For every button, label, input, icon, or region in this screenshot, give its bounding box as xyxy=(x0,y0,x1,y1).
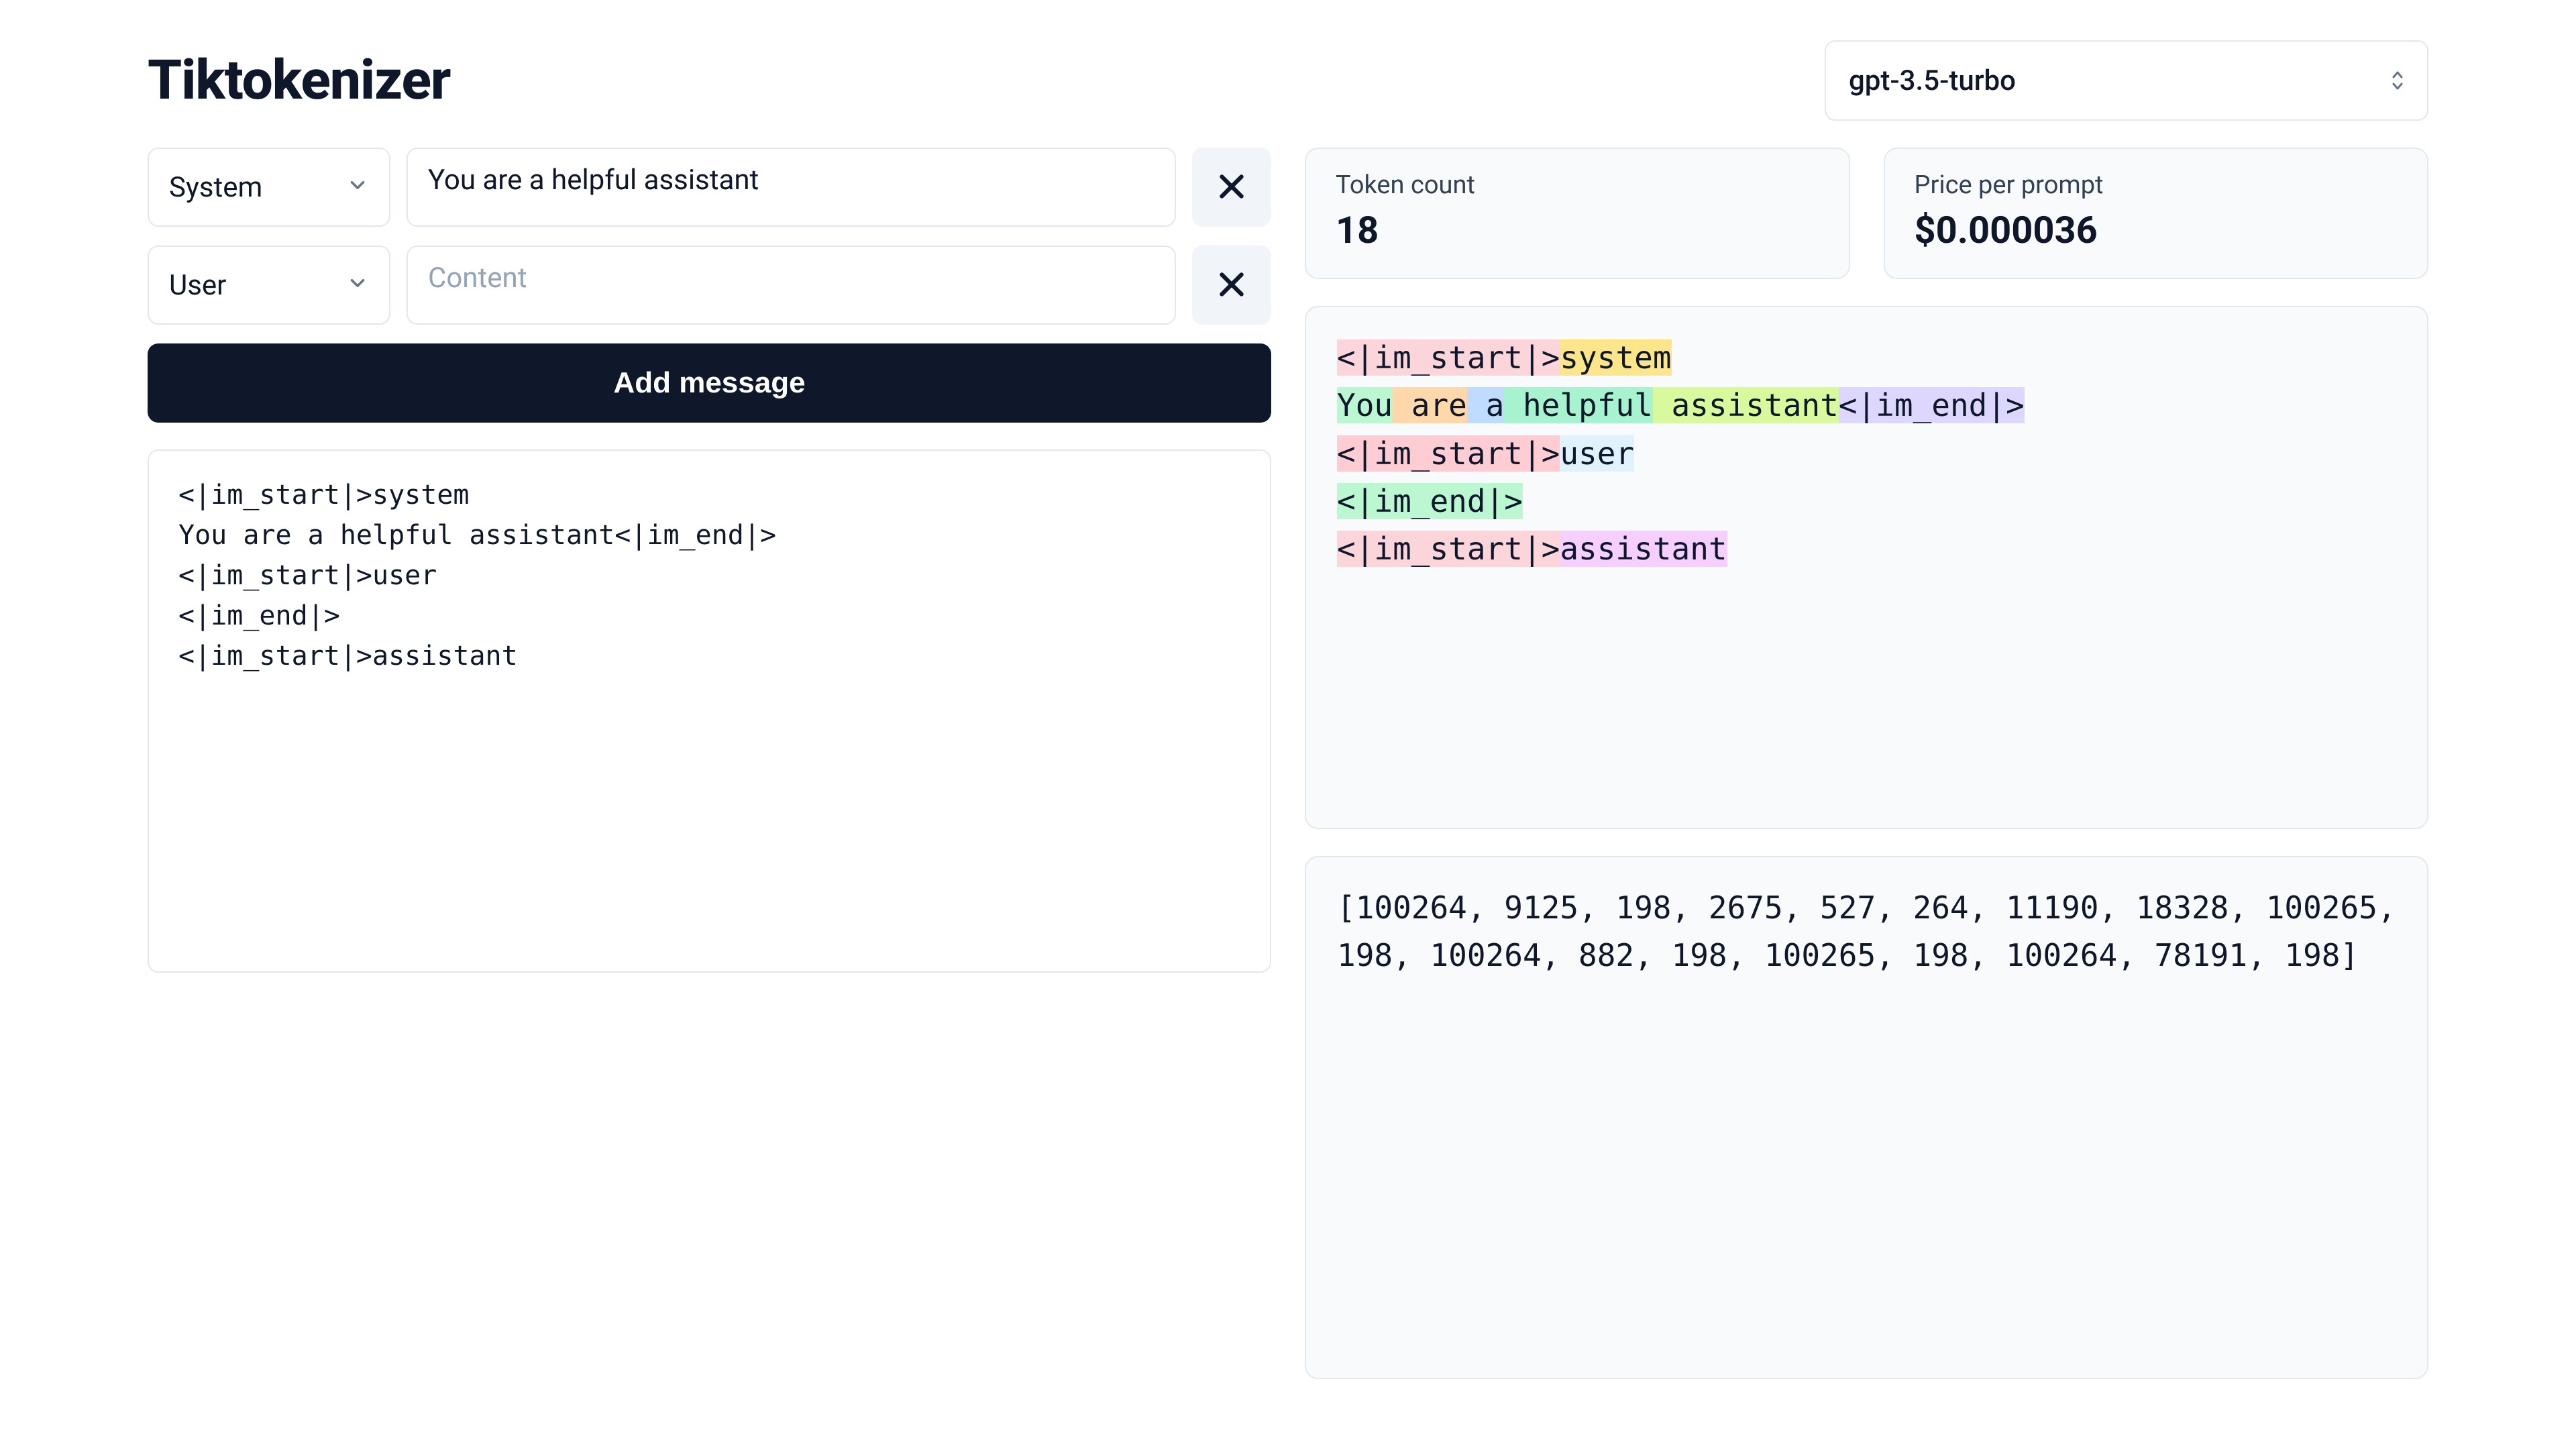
model-selected-value: gpt-3.5-turbo xyxy=(1849,64,2016,97)
page-title: Tiktokenizer xyxy=(148,48,450,113)
role-select-value: System xyxy=(169,171,262,204)
token: helpful xyxy=(1504,387,1653,423)
price-label: Price per prompt xyxy=(1915,170,2398,200)
remove-message-button[interactable] xyxy=(1192,246,1271,325)
chevron-down-icon xyxy=(346,269,369,302)
token-ids: [100264, 9125, 198, 2675, 527, 264, 1119… xyxy=(1305,856,2428,1379)
remove-message-button[interactable] xyxy=(1192,148,1271,227)
message-content-input[interactable] xyxy=(407,148,1176,227)
price-value: $0.000036 xyxy=(1915,208,2398,252)
raw-prompt-textarea[interactable] xyxy=(148,449,1271,973)
role-select[interactable]: User xyxy=(148,246,390,325)
token: <|im_start|> xyxy=(1337,531,1560,567)
token: <|im_end|> xyxy=(1337,483,1523,519)
close-icon xyxy=(1215,170,1248,205)
chevron-up-down-icon xyxy=(2391,70,2404,91)
token-count-card: Token count 18 xyxy=(1305,148,1850,279)
message-row: User xyxy=(148,246,1271,325)
price-card: Price per prompt $0.000036 xyxy=(1884,148,2429,279)
message-row: System xyxy=(148,148,1271,227)
token: assistant xyxy=(1653,387,1839,423)
role-select[interactable]: System xyxy=(148,148,390,227)
close-icon xyxy=(1215,268,1248,303)
token: assistant xyxy=(1560,531,1727,567)
token: are xyxy=(1393,387,1467,423)
token: You xyxy=(1337,387,1393,423)
model-select[interactable]: gpt-3.5-turbo xyxy=(1825,40,2428,121)
token-count-label: Token count xyxy=(1336,170,1819,200)
token: system xyxy=(1560,339,1671,376)
chevron-down-icon xyxy=(346,171,369,204)
token: user xyxy=(1560,435,1634,472)
token: a xyxy=(1467,387,1504,423)
token-visualization: <|im_start|>systemYou are a helpful assi… xyxy=(1305,306,2428,829)
token: <|im_end|> xyxy=(1839,387,2025,423)
role-select-value: User xyxy=(169,269,226,302)
token: <|im_start|> xyxy=(1337,339,1560,376)
token-count-value: 18 xyxy=(1336,208,1819,252)
add-message-button[interactable]: Add message xyxy=(148,343,1271,423)
token: <|im_start|> xyxy=(1337,435,1560,472)
message-content-input[interactable] xyxy=(407,246,1176,325)
